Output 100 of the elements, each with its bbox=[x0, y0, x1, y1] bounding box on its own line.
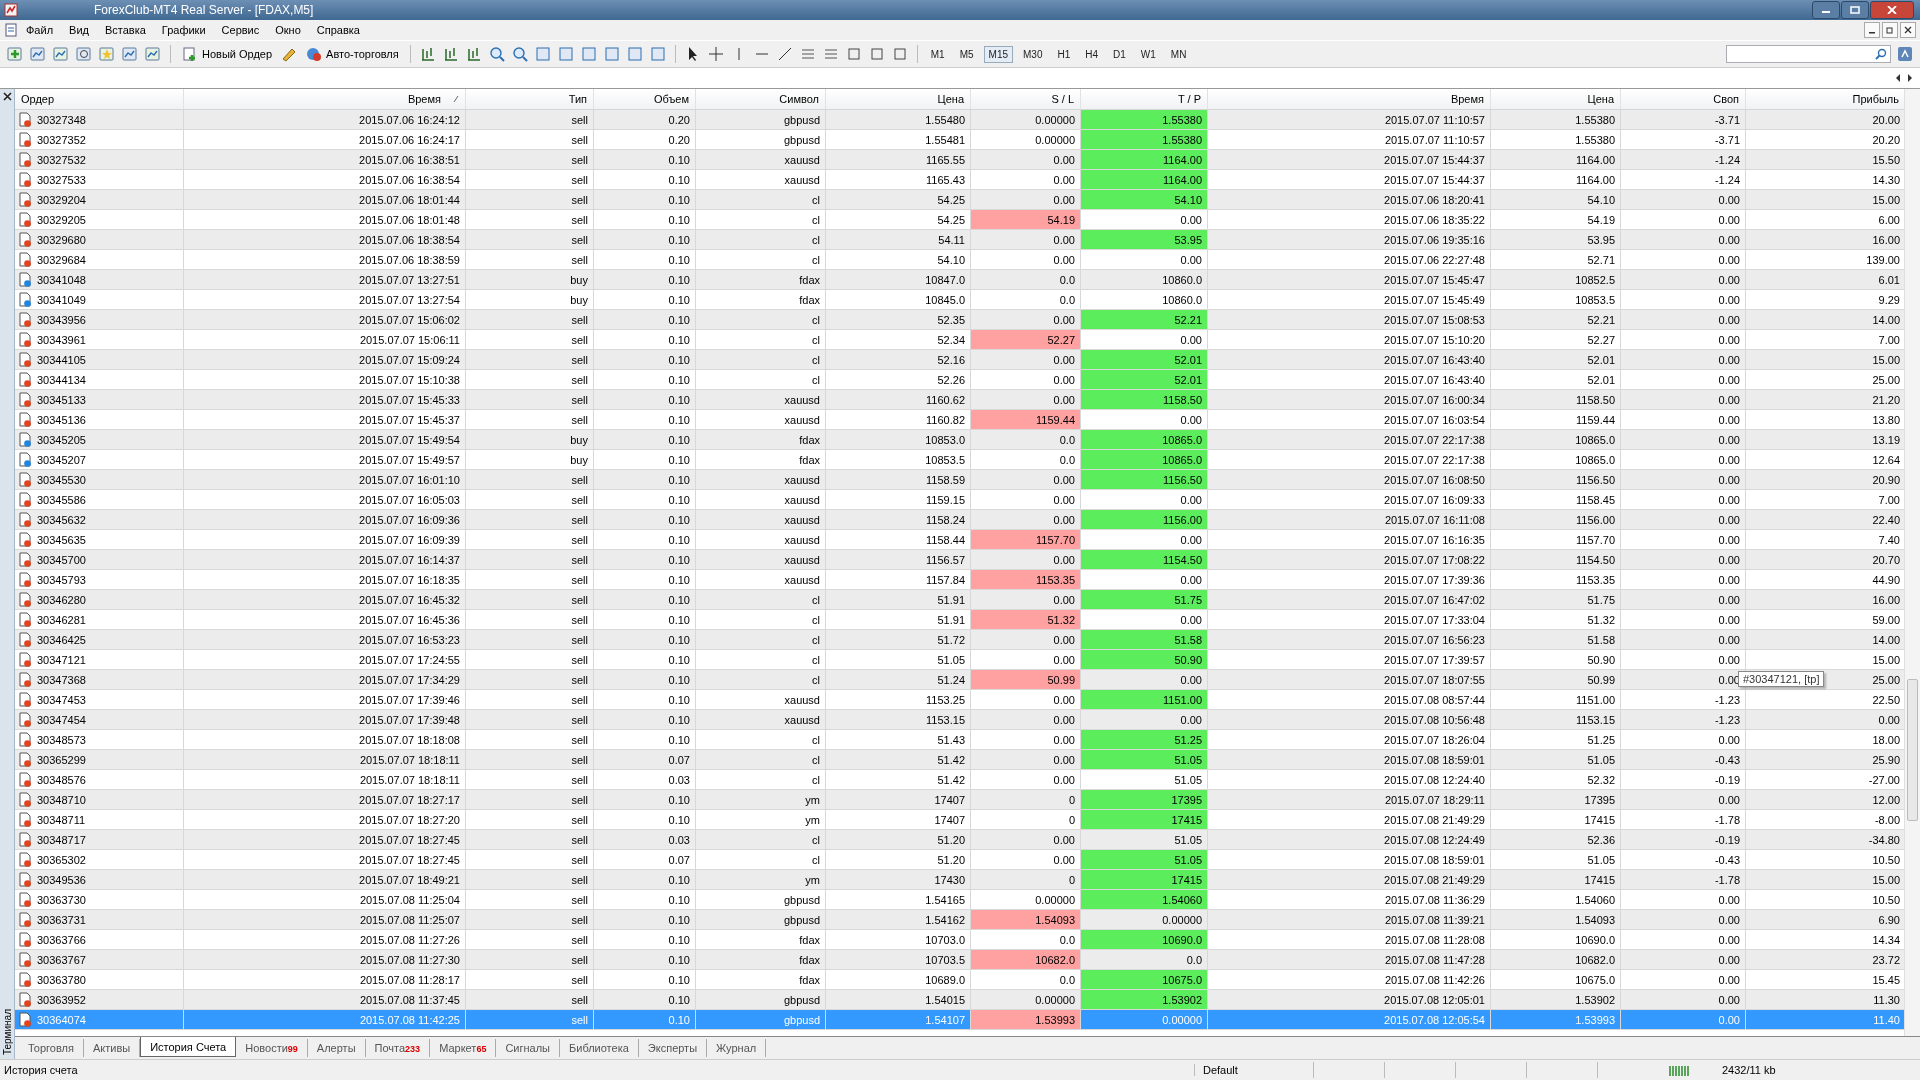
timeframe-button[interactable]: D1 bbox=[1108, 45, 1131, 63]
new-order-button[interactable]: Новый Ордер bbox=[179, 44, 276, 64]
menu-item[interactable]: Вид bbox=[61, 24, 97, 36]
table-row[interactable]: 30363780 2015.07.08 11:28:17 sell 0.10 fdax 10689.0 0.0 10675.0 2015.07.08 11:42:26 10675.0 0.00 15.45 bbox=[15, 970, 1905, 990]
table-row[interactable]: 30364074 2015.07.08 11:42:25 sell 0.10 gbpusd 1.54107 1.53993 0.00000 2015.07.08 12:05:54 1.53993 0.00 11.40 bbox=[15, 1010, 1905, 1030]
table-row[interactable]: 30348573 2015.07.07 18:18:08 sell 0.10 cl 51.43 0.00 51.25 2015.07.07 18:26:04 51.25 0.00 18.00 bbox=[15, 730, 1905, 750]
table-row[interactable]: 30363730 2015.07.08 11:25:04 sell 0.10 gbpusd 1.54165 0.00000 1.54060 2015.07.08 11:36:29 1.54060 0.00 10.50 bbox=[15, 890, 1905, 910]
menu-item[interactable]: Окно bbox=[267, 24, 309, 36]
tab[interactable]: Новости99 bbox=[236, 1039, 308, 1057]
table-row[interactable]: 30344105 2015.07.07 15:09:24 sell 0.10 cl 52.16 0.00 52.01 2015.07.07 16:43:40 52.01 0.00 15.00 bbox=[15, 350, 1905, 370]
table-row[interactable]: 30365302 2015.07.07 18:27:45 sell 0.07 cl 51.20 0.00 51.05 2015.07.08 18:59:01 51.05 -0.43 10.50 bbox=[15, 850, 1905, 870]
zoom-out-icon[interactable] bbox=[510, 45, 529, 63]
table-row[interactable]: 30363952 2015.07.08 11:37:45 sell 0.10 gbpusd 1.54015 0.00000 1.53902 2015.07.08 12:05:01 1.53902 0.00 11.30 bbox=[15, 990, 1905, 1010]
table-cell: 22.40 bbox=[1872, 513, 1900, 526]
tab[interactable]: Торговля bbox=[19, 1039, 84, 1057]
close-button[interactable] bbox=[1870, 1, 1914, 19]
tab[interactable]: Сигналы bbox=[496, 1039, 560, 1057]
menu-item[interactable]: Графики bbox=[153, 24, 214, 36]
maximize-button[interactable] bbox=[1841, 1, 1869, 19]
table-row[interactable]: 30329205 2015.07.06 18:01:48 sell 0.10 cl 54.25 54.19 0.00 2015.07.06 18:35:22 54.19 0.00 6.00 bbox=[15, 210, 1905, 230]
table-row[interactable]: 30347453 2015.07.07 17:39:46 sell 0.10 xauusd 1153.25 0.00 1151.00 2015.07.08 08:57:44 1151.00 -1.23 22.50 bbox=[15, 690, 1905, 710]
table-row[interactable]: 30327532 2015.07.06 16:38:51 sell 0.10 xauusd 1165.55 0.00 1164.00 2015.07.07 15:44:37 1164.00 -1.24 15.50 bbox=[15, 150, 1905, 170]
table-row[interactable]: 30345207 2015.07.07 15:49:57 buy 0.10 fdax 10853.5 0.0 10865.0 2015.07.07 22:17:38 10865.0 0.00 12.64 bbox=[15, 450, 1905, 470]
timeframe-button[interactable]: M5 bbox=[954, 45, 979, 63]
column-header[interactable]: Время bbox=[184, 89, 466, 109]
table-row[interactable]: 30327352 2015.07.06 16:24:17 sell 0.20 gbpusd 1.55481 0.00000 1.55380 2015.07.07 11:10:57 1.55380 -3.71 20.20 bbox=[15, 130, 1905, 150]
column-header[interactable]: Тип bbox=[466, 89, 594, 109]
plus-icon[interactable] bbox=[6, 45, 24, 63]
close-icon[interactable] bbox=[2, 92, 12, 101]
minimize-button[interactable] bbox=[1864, 22, 1880, 38]
table-row[interactable]: 30348717 2015.07.07 18:27:45 sell 0.03 cl 51.20 0.00 51.05 2015.07.08 12:24:49 52.36 -0.19 -34.80 bbox=[15, 830, 1905, 850]
table-row[interactable]: 30345700 2015.07.07 16:14:37 sell 0.10 xauusd 1156.57 0.00 1154.50 2015.07.07 17:08:22 1154.50 0.00 20.70 bbox=[15, 550, 1905, 570]
scroll-right-icon[interactable] bbox=[1906, 73, 1914, 83]
table-row[interactable]: 30345133 2015.07.07 15:45:33 sell 0.10 xauusd 1160.62 0.00 1158.50 2015.07.07 16:00:34 1158.50 0.00 21.20 bbox=[15, 390, 1905, 410]
zoom-in-icon[interactable] bbox=[487, 45, 506, 63]
tab[interactable]: Библиотека bbox=[560, 1039, 639, 1057]
menu-item[interactable]: Сервис bbox=[213, 24, 268, 36]
timeframe-button[interactable]: MN bbox=[1165, 45, 1192, 63]
search-field[interactable] bbox=[1726, 45, 1891, 63]
timeframe-button[interactable]: M30 bbox=[1018, 45, 1048, 63]
table-row[interactable]: 30346280 2015.07.07 16:45:32 sell 0.10 cl 51.91 0.00 51.75 2015.07.07 16:47:02 51.75 0.00 16.00 bbox=[15, 590, 1905, 610]
table-row[interactable]: 30348710 2015.07.07 18:27:17 sell 0.10 ym 17407 0 17395 2015.07.07 18:29:11 17395 0.00 12.00 bbox=[15, 790, 1905, 810]
timeframe-button[interactable]: M1 bbox=[925, 45, 950, 63]
table-row[interactable]: 30345793 2015.07.07 16:18:35 sell 0.10 xauusd 1157.84 1153.35 0.00 2015.07.07 17:39:36 1153.35 0.00 44.90 bbox=[15, 570, 1905, 590]
table-row[interactable]: 30345530 2015.07.07 16:01:10 sell 0.10 xauusd 1158.59 0.00 1156.50 2015.07.07 16:08:50 1156.50 0.00 20.90 bbox=[15, 470, 1905, 490]
minimize-button[interactable] bbox=[1812, 1, 1840, 19]
column-header[interactable]: Ордер bbox=[15, 89, 184, 109]
table-row[interactable]: 30348576 2015.07.07 18:18:11 sell 0.03 cl 51.42 0.00 51.05 2015.07.08 12:24:40 52.32 -0.19 -27.00 bbox=[15, 770, 1905, 790]
table-row[interactable]: 30365299 2015.07.07 18:18:11 sell 0.07 cl 51.42 0.00 51.05 2015.07.08 18:59:01 51.05 -0.43 25.90 bbox=[15, 750, 1905, 770]
table-row[interactable]: 30345205 2015.07.07 15:49:54 buy 0.10 fdax 10853.0 0.0 10865.0 2015.07.07 22:17:38 10865.0 0.00 13.19 bbox=[15, 430, 1905, 450]
table-row[interactable]: 30347454 2015.07.07 17:39:48 sell 0.10 xauusd 1153.15 0.00 0.00 2015.07.08 10:56:48 1153.15 -1.23 0.00 bbox=[15, 710, 1905, 730]
table-row[interactable]: 30349536 2015.07.07 18:49:21 sell 0.10 ym 17430 0 17415 2015.07.08 21:49:29 17415 -1.78 15.00 bbox=[15, 870, 1905, 890]
column-header[interactable]: Время bbox=[1208, 89, 1491, 109]
menu-item[interactable]: Файл bbox=[18, 24, 62, 36]
tab[interactable]: Эксперты bbox=[638, 1039, 708, 1057]
timeframe-button[interactable]: M15 bbox=[983, 45, 1013, 63]
column-header[interactable]: Символ bbox=[696, 89, 826, 109]
tab[interactable]: История Счета bbox=[140, 1037, 237, 1057]
table-row[interactable]: 30341048 2015.07.07 13:27:51 buy 0.10 fdax 10847.0 0.0 10860.0 2015.07.07 15:45:47 10852.5 0.00 6.01 bbox=[15, 270, 1905, 290]
timeframe-button[interactable]: H4 bbox=[1080, 45, 1104, 63]
table-row[interactable]: 30345586 2015.07.07 16:05:03 sell 0.10 xauusd 1159.15 0.00 0.00 2015.07.07 16:09:33 1158.45 0.00 7.00 bbox=[15, 490, 1905, 510]
scrollbar[interactable] bbox=[1904, 89, 1920, 1036]
timeframe-button[interactable]: H1 bbox=[1052, 45, 1076, 63]
scroll-left-icon[interactable] bbox=[1894, 73, 1902, 83]
tab[interactable]: Алерты bbox=[307, 1039, 366, 1057]
table-row[interactable]: 30345632 2015.07.07 16:09:36 sell 0.10 xauusd 1158.24 0.00 1156.00 2015.07.07 16:11:08 1156.00 0.00 22.40 bbox=[15, 510, 1905, 530]
close-button[interactable] bbox=[1900, 22, 1916, 38]
table-row[interactable]: 30327533 2015.07.06 16:38:54 sell 0.10 xauusd 1165.43 0.00 1164.00 2015.07.07 15:44:37 1164.00 -1.24 14.30 bbox=[15, 170, 1905, 190]
table-row[interactable]: 30329684 2015.07.06 18:38:59 sell 0.10 cl 54.10 0.00 0.00 2015.07.06 22:27:48 52.71 0.00 139.00 bbox=[15, 250, 1905, 270]
table-row[interactable]: 30344134 2015.07.07 15:10:38 sell 0.10 cl 52.26 0.00 52.01 2015.07.07 16:43:40 52.01 0.00 25.00 bbox=[15, 370, 1905, 390]
table-row[interactable]: 30343961 2015.07.07 15:06:11 sell 0.10 cl 52.34 52.27 0.00 2015.07.07 15:10:20 52.27 0.00 7.00 bbox=[15, 330, 1905, 350]
tab[interactable]: Почта233 bbox=[365, 1039, 431, 1057]
tab[interactable]: Журнал bbox=[707, 1039, 767, 1057]
menu-item[interactable]: Справка bbox=[308, 24, 368, 36]
table-row[interactable]: 30348711 2015.07.07 18:27:20 sell 0.10 ym 17407 0 17415 2015.07.08 21:49:29 17415 -1.78 -8.00 bbox=[15, 810, 1905, 830]
timeframe-button[interactable]: W1 bbox=[1135, 45, 1161, 63]
table-row[interactable]: 30363731 2015.07.08 11:25:07 sell 0.10 gbpusd 1.54162 1.54093 0.00000 2015.07.08 11:39:21 1.54093 0.00 6.90 bbox=[15, 910, 1905, 930]
column-header[interactable]: Своп bbox=[1621, 89, 1746, 109]
column-header[interactable]: Цена bbox=[826, 89, 971, 109]
table-row[interactable]: 30345635 2015.07.07 16:09:39 sell 0.10 xauusd 1158.44 1157.70 0.00 2015.07.07 16:16:35 1157.70 0.00 7.40 bbox=[15, 530, 1905, 550]
table-cell: 2015.07.07 18:29:11 bbox=[1208, 790, 1491, 809]
table-row[interactable]: 30329680 2015.07.06 18:38:54 sell 0.10 cl 54.11 0.00 53.95 2015.07.06 19:35:16 53.95 0.00 16.00 bbox=[15, 230, 1905, 250]
menu-item[interactable]: Вставка bbox=[96, 24, 154, 36]
table-row[interactable]: 30363767 2015.07.08 11:27:30 sell 0.10 fdax 10703.5 10682.0 0.0 2015.07.08 11:47:28 10682.0 0.00 23.72 bbox=[15, 950, 1905, 970]
tab[interactable]: Маркет65 bbox=[430, 1039, 497, 1057]
chart-icon[interactable] bbox=[52, 45, 70, 63]
table-row[interactable]: 30363766 2015.07.08 11:27:26 sell 0.10 fdax 10703.0 0.0 10690.0 2015.07.08 11:28:08 10690.0 0.00 14.34 bbox=[15, 930, 1905, 950]
table-row[interactable]: 30341049 2015.07.07 13:27:54 buy 0.10 fdax 10845.0 0.0 10860.0 2015.07.07 15:45:49 10853.5 0.00 9.29 bbox=[15, 290, 1905, 310]
column-header[interactable]: Цена bbox=[1491, 89, 1621, 109]
table-row[interactable]: 30329204 2015.07.06 18:01:44 sell 0.10 cl 54.25 0.00 54.10 2015.07.06 18:20:41 54.10 0.00 15.00 bbox=[15, 190, 1905, 210]
table-row[interactable]: 30347121 2015.07.07 17:24:55 sell 0.10 cl 51.05 0.00 50.90 2015.07.07 17:39:57 50.90 0.00 15.00 bbox=[15, 650, 1905, 670]
table-row[interactable]: 30343956 2015.07.07 15:06:02 sell 0.10 cl 52.35 0.00 52.21 2015.07.07 15:08:53 52.21 0.00 14.00 bbox=[15, 310, 1905, 330]
table-row[interactable]: 30327348 2015.07.06 16:24:12 sell 0.20 gbpusd 1.55480 0.00000 1.55380 2015.07.07 11:10:57 1.55380 -3.71 20.00 bbox=[15, 110, 1905, 130]
column-header[interactable]: Объем bbox=[594, 89, 696, 109]
table-row[interactable]: 30346425 2015.07.07 16:53:23 sell 0.10 cl 51.72 0.00 51.58 2015.07.07 16:56:23 51.58 0.00 14.00 bbox=[15, 630, 1905, 650]
column-header[interactable]: T / P bbox=[1081, 89, 1208, 109]
auto-trading-button[interactable]: Авто-торговля bbox=[303, 44, 402, 64]
table-row[interactable]: 30345136 2015.07.07 15:45:37 sell 0.10 xauusd 1160.82 1159.44 0.00 2015.07.07 16:03:54 1159.44 0.00 13.80 bbox=[15, 410, 1905, 430]
table-row[interactable]: 30346281 2015.07.07 16:45:36 sell 0.10 cl 51.91 51.32 0.00 2015.07.07 17:33:04 51.32 0.00 59.00 bbox=[15, 610, 1905, 630]
column-header[interactable]: S / L bbox=[971, 89, 1081, 109]
